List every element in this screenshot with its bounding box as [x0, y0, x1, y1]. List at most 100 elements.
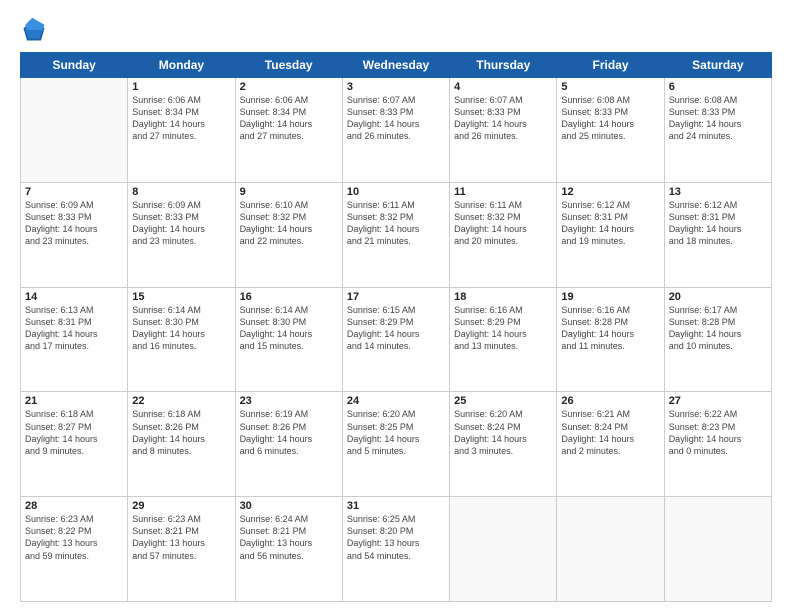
day-info: Sunrise: 6:20 AM Sunset: 8:25 PM Dayligh… [347, 408, 445, 457]
calendar-week-row: 14Sunrise: 6:13 AM Sunset: 8:31 PM Dayli… [21, 287, 772, 392]
calendar-cell: 15Sunrise: 6:14 AM Sunset: 8:30 PM Dayli… [128, 287, 235, 392]
day-info: Sunrise: 6:14 AM Sunset: 8:30 PM Dayligh… [132, 304, 230, 353]
day-number: 3 [347, 81, 445, 93]
day-info: Sunrise: 6:12 AM Sunset: 8:31 PM Dayligh… [669, 199, 767, 248]
calendar-cell: 17Sunrise: 6:15 AM Sunset: 8:29 PM Dayli… [342, 287, 449, 392]
day-number: 27 [669, 395, 767, 407]
logo [20, 16, 52, 44]
day-info: Sunrise: 6:14 AM Sunset: 8:30 PM Dayligh… [240, 304, 338, 353]
day-info: Sunrise: 6:17 AM Sunset: 8:28 PM Dayligh… [669, 304, 767, 353]
calendar-day-header: Friday [557, 53, 664, 78]
day-info: Sunrise: 6:10 AM Sunset: 8:32 PM Dayligh… [240, 199, 338, 248]
page: SundayMondayTuesdayWednesdayThursdayFrid… [0, 0, 792, 612]
calendar-day-header: Sunday [21, 53, 128, 78]
calendar-day-header: Thursday [450, 53, 557, 78]
calendar-week-row: 7Sunrise: 6:09 AM Sunset: 8:33 PM Daylig… [21, 182, 772, 287]
calendar-cell: 1Sunrise: 6:06 AM Sunset: 8:34 PM Daylig… [128, 78, 235, 183]
day-info: Sunrise: 6:08 AM Sunset: 8:33 PM Dayligh… [561, 94, 659, 143]
day-number: 19 [561, 291, 659, 303]
calendar-day-header: Monday [128, 53, 235, 78]
calendar-cell: 11Sunrise: 6:11 AM Sunset: 8:32 PM Dayli… [450, 182, 557, 287]
day-info: Sunrise: 6:18 AM Sunset: 8:27 PM Dayligh… [25, 408, 123, 457]
day-number: 31 [347, 500, 445, 512]
calendar-cell: 29Sunrise: 6:23 AM Sunset: 8:21 PM Dayli… [128, 497, 235, 602]
calendar-cell: 19Sunrise: 6:16 AM Sunset: 8:28 PM Dayli… [557, 287, 664, 392]
day-number: 29 [132, 500, 230, 512]
day-number: 2 [240, 81, 338, 93]
day-info: Sunrise: 6:06 AM Sunset: 8:34 PM Dayligh… [240, 94, 338, 143]
calendar-cell: 28Sunrise: 6:23 AM Sunset: 8:22 PM Dayli… [21, 497, 128, 602]
calendar-week-row: 21Sunrise: 6:18 AM Sunset: 8:27 PM Dayli… [21, 392, 772, 497]
day-number: 28 [25, 500, 123, 512]
calendar-cell [450, 497, 557, 602]
calendar-day-header: Tuesday [235, 53, 342, 78]
day-info: Sunrise: 6:11 AM Sunset: 8:32 PM Dayligh… [347, 199, 445, 248]
day-number: 10 [347, 186, 445, 198]
calendar-cell: 4Sunrise: 6:07 AM Sunset: 8:33 PM Daylig… [450, 78, 557, 183]
day-number: 5 [561, 81, 659, 93]
day-info: Sunrise: 6:25 AM Sunset: 8:20 PM Dayligh… [347, 513, 445, 562]
day-info: Sunrise: 6:12 AM Sunset: 8:31 PM Dayligh… [561, 199, 659, 248]
day-info: Sunrise: 6:08 AM Sunset: 8:33 PM Dayligh… [669, 94, 767, 143]
calendar-week-row: 28Sunrise: 6:23 AM Sunset: 8:22 PM Dayli… [21, 497, 772, 602]
calendar-cell: 3Sunrise: 6:07 AM Sunset: 8:33 PM Daylig… [342, 78, 449, 183]
calendar-cell: 31Sunrise: 6:25 AM Sunset: 8:20 PM Dayli… [342, 497, 449, 602]
calendar-cell: 24Sunrise: 6:20 AM Sunset: 8:25 PM Dayli… [342, 392, 449, 497]
calendar-cell: 26Sunrise: 6:21 AM Sunset: 8:24 PM Dayli… [557, 392, 664, 497]
day-number: 9 [240, 186, 338, 198]
day-number: 7 [25, 186, 123, 198]
day-number: 18 [454, 291, 552, 303]
calendar-cell: 20Sunrise: 6:17 AM Sunset: 8:28 PM Dayli… [664, 287, 771, 392]
day-number: 6 [669, 81, 767, 93]
day-info: Sunrise: 6:21 AM Sunset: 8:24 PM Dayligh… [561, 408, 659, 457]
day-info: Sunrise: 6:07 AM Sunset: 8:33 PM Dayligh… [454, 94, 552, 143]
day-number: 21 [25, 395, 123, 407]
day-number: 23 [240, 395, 338, 407]
day-number: 24 [347, 395, 445, 407]
day-number: 26 [561, 395, 659, 407]
day-info: Sunrise: 6:15 AM Sunset: 8:29 PM Dayligh… [347, 304, 445, 353]
day-info: Sunrise: 6:24 AM Sunset: 8:21 PM Dayligh… [240, 513, 338, 562]
calendar-cell: 7Sunrise: 6:09 AM Sunset: 8:33 PM Daylig… [21, 182, 128, 287]
calendar-cell: 16Sunrise: 6:14 AM Sunset: 8:30 PM Dayli… [235, 287, 342, 392]
day-number: 15 [132, 291, 230, 303]
day-info: Sunrise: 6:11 AM Sunset: 8:32 PM Dayligh… [454, 199, 552, 248]
calendar-cell: 14Sunrise: 6:13 AM Sunset: 8:31 PM Dayli… [21, 287, 128, 392]
calendar-week-row: 1Sunrise: 6:06 AM Sunset: 8:34 PM Daylig… [21, 78, 772, 183]
day-info: Sunrise: 6:22 AM Sunset: 8:23 PM Dayligh… [669, 408, 767, 457]
day-number: 30 [240, 500, 338, 512]
day-info: Sunrise: 6:09 AM Sunset: 8:33 PM Dayligh… [132, 199, 230, 248]
day-info: Sunrise: 6:13 AM Sunset: 8:31 PM Dayligh… [25, 304, 123, 353]
calendar-day-header: Saturday [664, 53, 771, 78]
day-number: 11 [454, 186, 552, 198]
header [20, 16, 772, 44]
day-info: Sunrise: 6:19 AM Sunset: 8:26 PM Dayligh… [240, 408, 338, 457]
calendar-cell [557, 497, 664, 602]
day-info: Sunrise: 6:07 AM Sunset: 8:33 PM Dayligh… [347, 94, 445, 143]
day-info: Sunrise: 6:09 AM Sunset: 8:33 PM Dayligh… [25, 199, 123, 248]
day-info: Sunrise: 6:20 AM Sunset: 8:24 PM Dayligh… [454, 408, 552, 457]
calendar-cell [21, 78, 128, 183]
day-number: 8 [132, 186, 230, 198]
day-number: 20 [669, 291, 767, 303]
day-info: Sunrise: 6:16 AM Sunset: 8:28 PM Dayligh… [561, 304, 659, 353]
calendar-header-row: SundayMondayTuesdayWednesdayThursdayFrid… [21, 53, 772, 78]
calendar-cell: 21Sunrise: 6:18 AM Sunset: 8:27 PM Dayli… [21, 392, 128, 497]
calendar-cell: 22Sunrise: 6:18 AM Sunset: 8:26 PM Dayli… [128, 392, 235, 497]
calendar-cell: 2Sunrise: 6:06 AM Sunset: 8:34 PM Daylig… [235, 78, 342, 183]
day-number: 13 [669, 186, 767, 198]
day-info: Sunrise: 6:23 AM Sunset: 8:21 PM Dayligh… [132, 513, 230, 562]
calendar-cell: 12Sunrise: 6:12 AM Sunset: 8:31 PM Dayli… [557, 182, 664, 287]
day-info: Sunrise: 6:18 AM Sunset: 8:26 PM Dayligh… [132, 408, 230, 457]
calendar-cell: 23Sunrise: 6:19 AM Sunset: 8:26 PM Dayli… [235, 392, 342, 497]
day-number: 22 [132, 395, 230, 407]
day-number: 4 [454, 81, 552, 93]
calendar-day-header: Wednesday [342, 53, 449, 78]
day-info: Sunrise: 6:23 AM Sunset: 8:22 PM Dayligh… [25, 513, 123, 562]
calendar-cell: 5Sunrise: 6:08 AM Sunset: 8:33 PM Daylig… [557, 78, 664, 183]
day-number: 25 [454, 395, 552, 407]
day-info: Sunrise: 6:06 AM Sunset: 8:34 PM Dayligh… [132, 94, 230, 143]
calendar-cell: 13Sunrise: 6:12 AM Sunset: 8:31 PM Dayli… [664, 182, 771, 287]
calendar-cell: 9Sunrise: 6:10 AM Sunset: 8:32 PM Daylig… [235, 182, 342, 287]
calendar-cell: 18Sunrise: 6:16 AM Sunset: 8:29 PM Dayli… [450, 287, 557, 392]
